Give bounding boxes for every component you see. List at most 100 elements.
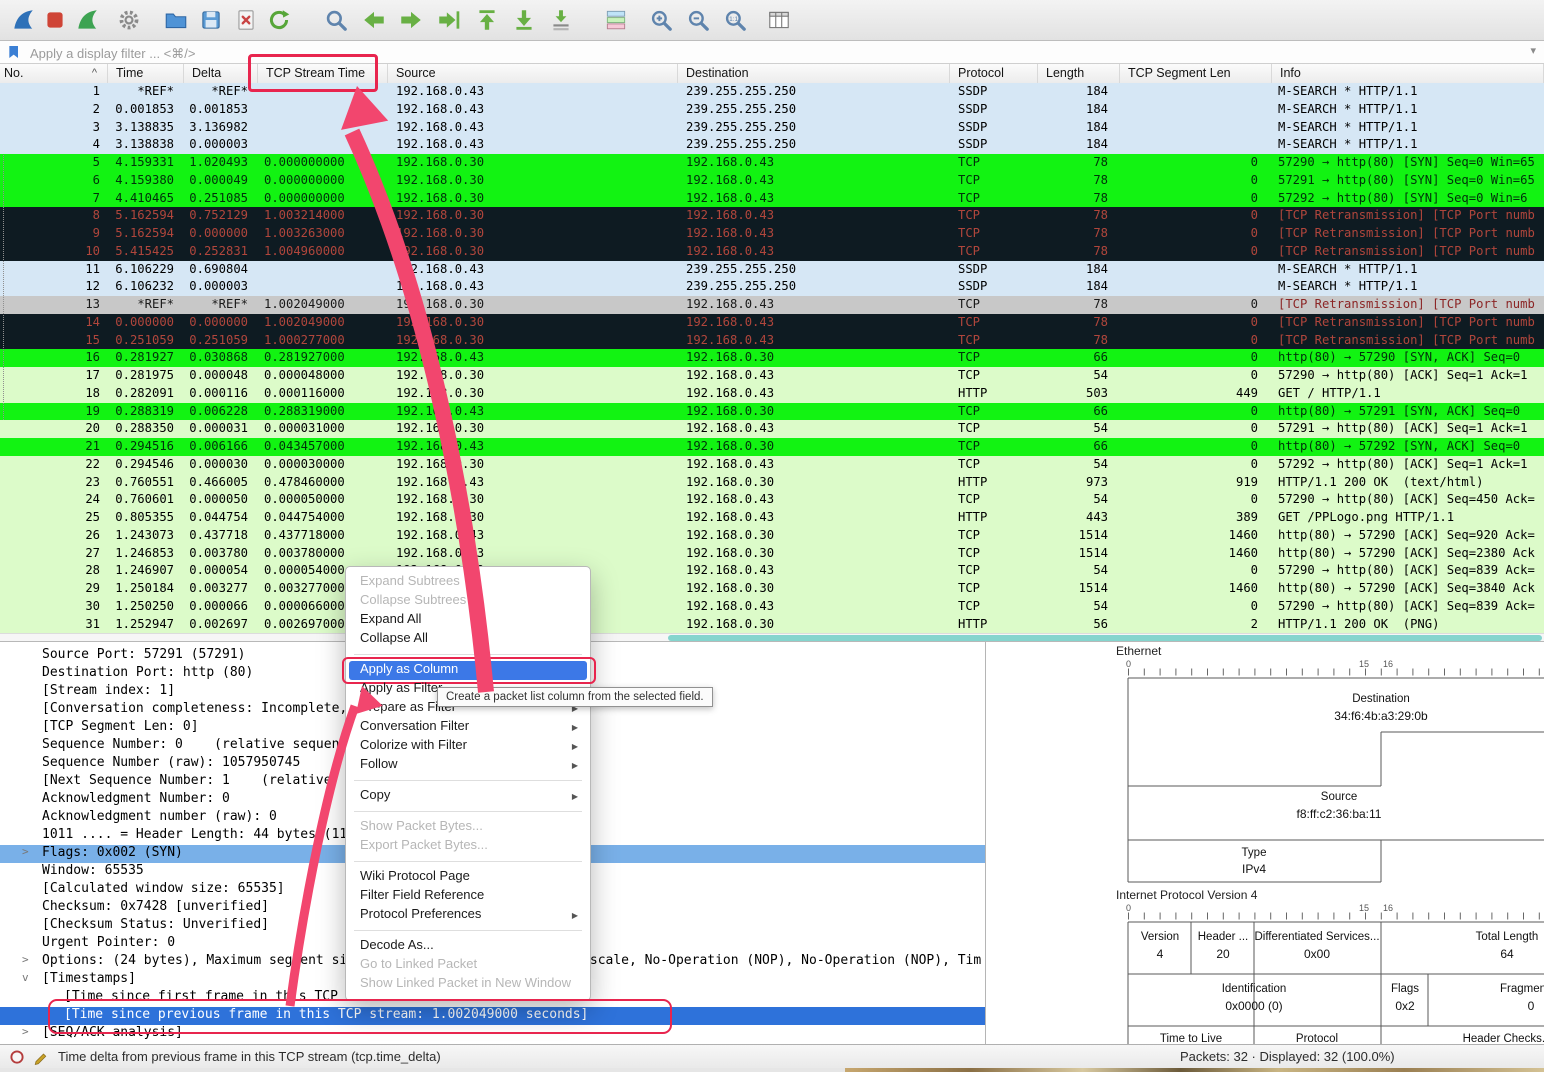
column-header-length[interactable]: Length — [1038, 64, 1120, 83]
packet-row[interactable]: 250.8053550.0447540.044754000192.168.0.3… — [0, 509, 1544, 527]
packet-row[interactable]: 126.1062320.000003192.168.0.43239.255.25… — [0, 278, 1544, 296]
open-file-icon[interactable] — [163, 7, 189, 33]
menu-item-copy[interactable]: Copy▶ — [349, 787, 587, 806]
packet-row[interactable]: 190.2883190.0062280.288319000192.168.0.4… — [0, 403, 1544, 421]
packet-cell-dst: 192.168.0.30 — [678, 527, 950, 545]
column-header-source[interactable]: Source — [388, 64, 678, 83]
packet-row[interactable]: 1*REF**REF*192.168.0.43239.255.255.250SS… — [0, 83, 1544, 101]
packet-row[interactable]: 200.2883500.0000310.000031000192.168.0.3… — [0, 420, 1544, 438]
detail-line[interactable]: [Time since previous frame in this TCP s… — [0, 1007, 985, 1025]
detail-line-text: [Next Sequence Number: 1 (relative — [42, 773, 332, 788]
packet-cell-len: 54 — [1038, 456, 1120, 474]
wireshark-start-capture-icon[interactable] — [10, 7, 36, 33]
zoom-reset-icon[interactable]: 1:1 — [722, 7, 748, 33]
menu-item-label: Show Linked Packet in New Window — [360, 975, 571, 994]
packet-row[interactable]: 95.1625940.0000001.003263000192.168.0.30… — [0, 225, 1544, 243]
packet-row[interactable]: 116.1062290.690804192.168.0.43239.255.25… — [0, 261, 1544, 279]
packet-row[interactable]: 74.4104650.2510850.000000000192.168.0.30… — [0, 190, 1544, 208]
packet-row[interactable]: 20.0018530.001853192.168.0.43239.255.255… — [0, 101, 1544, 119]
expander-icon[interactable]: > — [22, 953, 38, 966]
packet-cell-proto: TCP — [950, 154, 1038, 172]
packet-row[interactable]: 43.1388380.000003192.168.0.43239.255.255… — [0, 136, 1544, 154]
menu-item-apply-as-column[interactable]: Apply as Column — [349, 661, 587, 680]
resize-columns-icon[interactable] — [766, 7, 792, 33]
expander-icon[interactable]: v — [22, 971, 38, 984]
packet-row[interactable]: 180.2820910.0001160.000116000192.168.0.3… — [0, 385, 1544, 403]
capture-options-icon[interactable] — [116, 7, 142, 33]
auto-scroll-icon[interactable] — [548, 7, 574, 33]
go-forward-icon[interactable] — [398, 7, 424, 33]
packet-row[interactable]: 240.7606010.0000500.000050000192.168.0.3… — [0, 491, 1544, 509]
expert-info-icon[interactable] — [8, 1048, 26, 1066]
expander-icon[interactable]: > — [22, 1025, 38, 1038]
menu-item-decode-as[interactable]: Decode As... — [349, 937, 587, 956]
expander-icon[interactable]: > — [22, 845, 38, 858]
packet-cell-time: 0.281927 — [108, 349, 184, 367]
menu-item-conversation-filter[interactable]: Conversation Filter▶ — [349, 718, 587, 737]
stop-capture-icon[interactable] — [42, 7, 68, 33]
packet-row[interactable]: 291.2501840.0032770.003277000192.168.0.4… — [0, 580, 1544, 598]
column-header-tcp-stream-time[interactable]: TCP Stream Time — [258, 64, 388, 83]
menu-item-label: Protocol Preferences — [360, 906, 481, 925]
menu-item-follow[interactable]: Follow▶ — [349, 756, 587, 775]
packet-row[interactable]: 210.2945160.0061660.043457000192.168.0.4… — [0, 438, 1544, 456]
packet-row[interactable]: 170.2819750.0000480.000048000192.168.0.3… — [0, 367, 1544, 385]
packet-row[interactable]: 85.1625940.7521291.003214000192.168.0.30… — [0, 207, 1544, 225]
menu-item-filter-field-reference[interactable]: Filter Field Reference — [349, 887, 587, 906]
packet-row[interactable]: 54.1593311.0204930.000000000192.168.0.30… — [0, 154, 1544, 172]
detail-line[interactable]: >[SEQ/ACK analysis] — [0, 1025, 985, 1043]
packet-row[interactable]: 311.2529470.0026970.002697000192.168.0.4… — [0, 616, 1544, 634]
packet-row[interactable]: 160.2819270.0308680.281927000192.168.0.4… — [0, 349, 1544, 367]
go-to-last-icon[interactable] — [511, 7, 537, 33]
packet-row[interactable]: 140.0000000.0000001.002049000192.168.0.3… — [0, 314, 1544, 332]
capture-comment-icon[interactable] — [33, 1048, 51, 1066]
submenu-arrow-icon: ▶ — [572, 906, 578, 925]
close-file-icon[interactable] — [233, 7, 259, 33]
column-header-no[interactable]: No.^ — [0, 64, 108, 83]
column-header-delta[interactable]: Delta — [184, 64, 258, 83]
packet-row[interactable]: 301.2502500.0000660.000066000192.168.0.3… — [0, 598, 1544, 616]
filter-expression-chevron-icon[interactable]: ▾ — [1530, 44, 1536, 57]
packet-row[interactable]: 33.1388353.136982192.168.0.43239.255.255… — [0, 119, 1544, 137]
packet-row[interactable]: 64.1593800.0000490.000000000192.168.0.30… — [0, 172, 1544, 190]
display-filter-input[interactable] — [28, 41, 1512, 65]
go-to-first-icon[interactable] — [474, 7, 500, 33]
packet-row[interactable]: 271.2468530.0037800.003780000192.168.0.4… — [0, 545, 1544, 563]
save-file-icon[interactable] — [198, 7, 224, 33]
packet-row[interactable]: 13*REF**REF*1.002049000192.168.0.30192.1… — [0, 296, 1544, 314]
menu-item-collapse-all[interactable]: Collapse All — [349, 630, 587, 649]
packet-cell-info: 57292 → http(80) [SYN] Seq=0 Win=6 — [1272, 190, 1544, 208]
packet-row[interactable]: 281.2469070.0000540.000054000192.168.0.3… — [0, 562, 1544, 580]
go-to-packet-icon[interactable] — [436, 7, 462, 33]
packet-cell-src: 192.168.0.43 — [388, 278, 678, 296]
zoom-out-icon[interactable] — [685, 7, 711, 33]
packet-row[interactable]: 150.2510590.2510591.000277000192.168.0.3… — [0, 332, 1544, 350]
packet-cell-seg: 0 — [1120, 296, 1272, 314]
ip-total-length-value: 64 — [1500, 947, 1514, 961]
menu-item-protocol-preferences[interactable]: Protocol Preferences ▶ — [349, 906, 587, 925]
go-back-icon[interactable] — [361, 7, 387, 33]
packet-cell-dst: 192.168.0.30 — [678, 403, 950, 421]
menu-item-label: Expand All — [360, 611, 421, 630]
packet-row[interactable]: 230.7605510.4660050.478460000192.168.0.4… — [0, 474, 1544, 492]
zoom-in-icon[interactable] — [648, 7, 674, 33]
reload-file-icon[interactable] — [266, 7, 292, 33]
packet-row[interactable]: 261.2430730.4377180.437718000192.168.0.4… — [0, 527, 1544, 545]
menu-item-wiki-protocol-page[interactable]: Wiki Protocol Page — [349, 868, 587, 887]
menu-item-colorize-with-filter[interactable]: Colorize with Filter▶ — [349, 737, 587, 756]
colorize-icon[interactable] — [603, 7, 629, 33]
packet-cell-len: 443 — [1038, 509, 1120, 527]
column-header-time[interactable]: Time — [108, 64, 184, 83]
packet-row[interactable]: 105.4154250.2528311.004960000192.168.0.3… — [0, 243, 1544, 261]
packet-row[interactable]: 220.2945460.0000300.000030000192.168.0.3… — [0, 456, 1544, 474]
column-header-destination[interactable]: Destination — [678, 64, 950, 83]
packet-cell-delta: 0.251059 — [184, 332, 258, 350]
restart-capture-icon[interactable] — [74, 7, 100, 33]
packet-cell-no: 15 — [0, 332, 108, 350]
menu-item-expand-all[interactable]: Expand All — [349, 611, 587, 630]
column-header-protocol[interactable]: Protocol — [950, 64, 1038, 83]
find-packet-icon[interactable] — [323, 7, 349, 33]
column-header-tcp-segment-len[interactable]: TCP Segment Len — [1120, 64, 1272, 83]
filter-bookmark-icon[interactable] — [6, 44, 22, 60]
column-header-info[interactable]: Info — [1272, 64, 1544, 83]
